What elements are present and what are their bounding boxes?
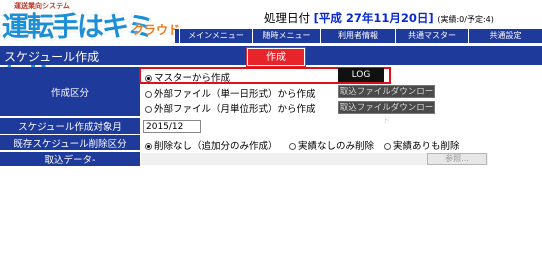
- menu-adhoc[interactable]: 随時メニュー: [252, 29, 320, 43]
- import-data-label: 取込データ-: [44, 155, 96, 166]
- delete-option-none-label: 削除なし（追加分のみ作成）: [154, 141, 278, 152]
- creation-option-daily-file-label: 外部ファイル（単一日形式）から作成: [154, 89, 316, 100]
- creation-option-monthly-file-label: 外部ファイル（月単位形式）から作成: [154, 104, 316, 115]
- logo-cloud-text: クラウド: [132, 23, 181, 37]
- target-month-label-cell: スケジュール作成対象月: [0, 118, 140, 135]
- schedule-count-note: (実績:0/予定:4): [437, 15, 494, 24]
- processing-date-value[interactable]: [平成 27年11月20日]: [314, 11, 434, 25]
- delete-type-label-cell: 既存スケジュール削除区分: [0, 135, 140, 151]
- import-data-label-cell: 取込データ-: [0, 152, 140, 167]
- menu-common-master[interactable]: 共通マスター: [395, 29, 468, 43]
- delete-type-label: 既存スケジュール削除区分: [13, 138, 127, 150]
- radio-icon[interactable]: [289, 143, 296, 150]
- radio-selected-icon[interactable]: [145, 143, 152, 150]
- menu-common-settings[interactable]: 共通設定: [468, 29, 542, 43]
- browse-button[interactable]: 参照...: [427, 153, 487, 165]
- download-monthly-template-button[interactable]: 取込ファイルダウンロード: [338, 101, 435, 126]
- processing-date-label: 処理日付: [264, 11, 310, 25]
- delete-option-with-results-label: 実績ありも削除: [393, 141, 460, 152]
- radio-icon[interactable]: [145, 106, 152, 113]
- creation-option-monthly-file[interactable]: 外部ファイル（月単位形式）から作成: [145, 101, 316, 115]
- delete-option-none[interactable]: 削除なし（追加分のみ作成）: [145, 138, 278, 152]
- creation-type-label: 作成区分: [50, 87, 89, 99]
- delete-option-no-results[interactable]: 実績なしのみ削除: [289, 138, 374, 152]
- target-month-input[interactable]: 2015/12: [143, 120, 201, 133]
- page-title: スケジュール作成: [4, 50, 100, 64]
- radio-icon[interactable]: [384, 143, 391, 150]
- menu-user-info[interactable]: 利用者情報: [320, 29, 395, 43]
- processing-date: 処理日付 [平成 27年11月20日] (実績:0/予定:4): [264, 10, 494, 26]
- log-button[interactable]: LOG: [338, 68, 384, 82]
- creation-option-daily-file[interactable]: 外部ファイル（単一日形式）から作成: [145, 86, 316, 100]
- main-menubar: メインメニュー 随時メニュー 利用者情報 共通マスター 共通設定: [175, 29, 542, 43]
- target-month-row: スケジュール作成対象月: [0, 118, 542, 135]
- app-logo: 運送業向システム 運転手はキミだ!! クラウド: [0, 0, 190, 82]
- create-button[interactable]: 作成: [246, 47, 306, 67]
- creation-type-label-cell: 作成区分: [0, 67, 140, 117]
- menu-main[interactable]: メインメニュー: [179, 29, 252, 43]
- download-daily-template-button[interactable]: 取込ファイルダウンロード: [338, 85, 435, 110]
- target-month-label: スケジュール作成対象月: [18, 122, 122, 133]
- delete-option-with-results[interactable]: 実績ありも削除: [384, 138, 460, 152]
- delete-option-no-results-label: 実績なしのみ削除: [298, 141, 375, 152]
- radio-icon[interactable]: [145, 91, 152, 98]
